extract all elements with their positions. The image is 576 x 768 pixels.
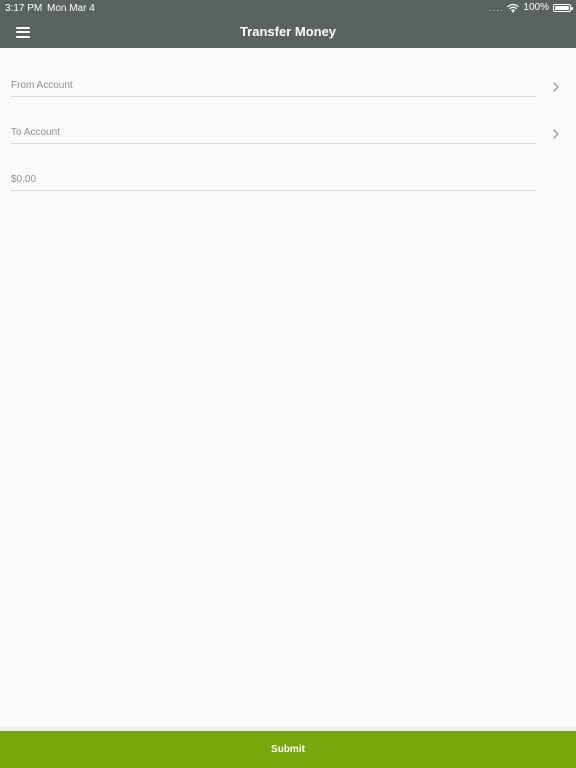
page-title: Transfer Money bbox=[239, 24, 337, 39]
signal-icon: .... bbox=[489, 3, 504, 13]
to-account-selector[interactable]: To Account bbox=[0, 95, 576, 144]
app-header: 3:17 PM Mon Mar 4 .... 100% Transfer Mon… bbox=[0, 0, 576, 48]
status-bar: 3:17 PM Mon Mar 4 .... 100% bbox=[0, 0, 576, 16]
status-date: Mon Mar 4 bbox=[47, 3, 95, 14]
to-account-field: To Account bbox=[11, 120, 536, 144]
chevron-right-icon bbox=[553, 129, 559, 139]
status-indicators: .... 100% bbox=[489, 2, 573, 14]
battery-percentage: 100% bbox=[523, 2, 549, 13]
transfer-money-screen: 3:17 PM Mon Mar 4 .... 100% Transfer Mon… bbox=[0, 0, 576, 768]
amount-input[interactable] bbox=[11, 170, 536, 188]
battery-icon bbox=[553, 4, 573, 12]
chevron-right-icon bbox=[553, 82, 559, 92]
from-account-selector[interactable]: From Account bbox=[0, 48, 576, 97]
status-time: 3:17 PM bbox=[5, 3, 43, 14]
wifi-icon bbox=[507, 3, 520, 13]
amount-field bbox=[11, 167, 536, 191]
from-account-field: From Account bbox=[11, 73, 536, 97]
amount-row bbox=[0, 142, 576, 191]
transfer-form: From Account To Account bbox=[0, 48, 576, 191]
nav-bar: Transfer Money bbox=[0, 16, 576, 48]
from-account-label: From Account bbox=[11, 80, 73, 91]
to-account-label: To Account bbox=[11, 127, 60, 138]
submit-button[interactable]: Submit bbox=[0, 731, 576, 768]
